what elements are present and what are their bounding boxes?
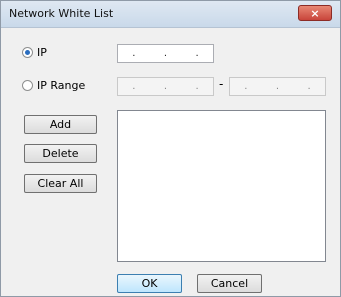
close-icon: × — [310, 6, 320, 20]
ok-button[interactable]: OK — [117, 274, 182, 293]
ip-radio-option[interactable]: IP — [22, 46, 47, 59]
ip-octet-separator: . — [275, 81, 280, 92]
range-dash: - — [219, 77, 224, 91]
ip-radio-label: IP — [37, 46, 47, 59]
ip-radio-button[interactable] — [22, 47, 33, 58]
add-button[interactable]: Add — [24, 115, 97, 134]
ip-range-radio-label: IP Range — [37, 79, 86, 92]
ip-range-radio-option[interactable]: IP Range — [22, 79, 85, 92]
ip-octet-separator: . — [132, 48, 136, 59]
clear-all-button[interactable]: Clear All — [24, 174, 97, 193]
ip-octet-separator: . — [163, 48, 168, 59]
ip-octet-separator: . — [132, 81, 136, 92]
ip-range-end-input[interactable]: . . . — [229, 77, 326, 96]
ip-octet-separator: . — [195, 48, 199, 59]
ip-range-radio-button[interactable] — [22, 80, 33, 91]
title-bar[interactable]: Network White List × — [1, 1, 340, 28]
ip-range-start-input[interactable]: . . . — [117, 77, 214, 96]
ip-octet-separator: . — [163, 81, 168, 92]
dialog-title: Network White List — [9, 7, 114, 20]
delete-button[interactable]: Delete — [24, 144, 97, 163]
ip-octet-separator: . — [307, 81, 311, 92]
ip-octet-separator: . — [195, 81, 199, 92]
ip-address-input[interactable]: . . . — [117, 44, 214, 63]
white-list-listbox[interactable] — [117, 110, 326, 262]
close-button[interactable]: × — [298, 5, 332, 21]
cancel-button[interactable]: Cancel — [197, 274, 262, 293]
network-white-list-dialog: Network White List × IP . . . IP Range .… — [0, 0, 341, 297]
ip-octet-separator: . — [244, 81, 248, 92]
